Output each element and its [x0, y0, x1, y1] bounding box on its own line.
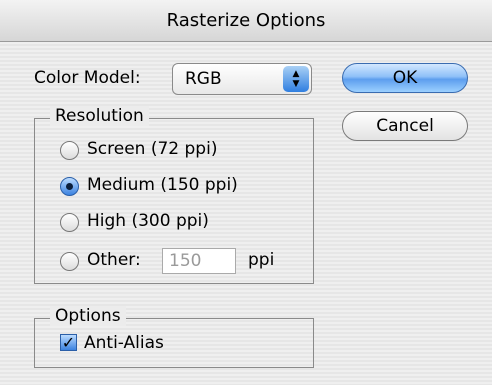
radio-other[interactable]	[60, 252, 79, 271]
up-down-arrows-icon: ▲ ▼	[283, 66, 309, 92]
options-legend: Options	[50, 306, 126, 326]
radio-high[interactable]	[60, 213, 79, 232]
radio-medium[interactable]	[60, 177, 79, 196]
ok-button-label: OK	[392, 68, 418, 88]
resolution-legend: Resolution	[50, 106, 149, 126]
anti-alias-checkbox[interactable]: ✓	[60, 334, 77, 351]
ok-button[interactable]: OK	[342, 63, 468, 93]
cancel-button-label: Cancel	[376, 116, 434, 136]
dialog-titlebar[interactable]: Rasterize Options	[0, 0, 492, 42]
radio-medium-label[interactable]: Medium (150 ppi)	[87, 175, 238, 195]
radio-screen[interactable]	[60, 141, 79, 160]
radio-screen-label[interactable]: Screen (72 ppi)	[87, 139, 217, 159]
other-ppi-input[interactable]	[162, 248, 236, 274]
color-model-popup[interactable]: RGB ▲ ▼	[172, 63, 312, 95]
radio-high-label[interactable]: High (300 ppi)	[87, 211, 209, 231]
radio-other-label[interactable]: Other:	[87, 250, 141, 270]
dialog-title: Rasterize Options	[166, 10, 326, 31]
checkmark-icon: ✓	[61, 332, 76, 352]
color-model-value: RGB	[185, 69, 222, 89]
color-model-label: Color Model:	[34, 68, 141, 88]
anti-alias-label[interactable]: Anti-Alias	[84, 333, 164, 353]
cancel-button[interactable]: Cancel	[342, 111, 468, 141]
ppi-unit-label: ppi	[248, 250, 275, 270]
